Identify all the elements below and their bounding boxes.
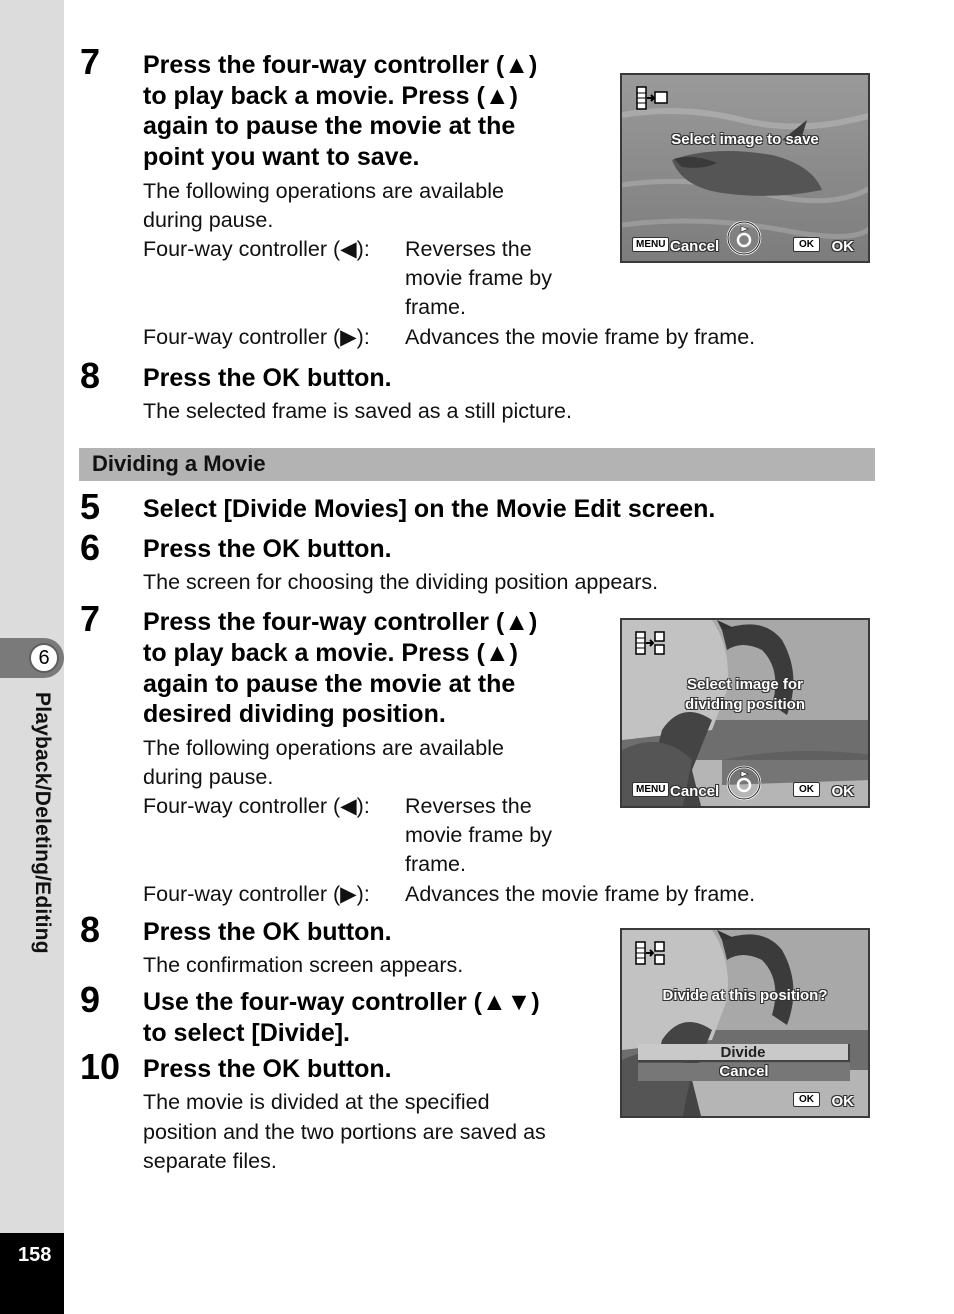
body-text: separate files. <box>143 1149 277 1173</box>
menu-key-icon: MENU <box>632 237 670 252</box>
step-number: 8 <box>80 909 101 950</box>
operation-description: movie frame by <box>405 266 552 290</box>
body-text: The confirmation screen appears. <box>143 953 464 977</box>
ok-label: OK <box>831 1093 855 1110</box>
body-text: The following operations are available <box>143 179 504 203</box>
step-number: 5 <box>80 486 101 527</box>
save-frame-mode-icon <box>636 86 668 110</box>
body-text: during pause. <box>143 765 274 789</box>
ok-key-icon: OK <box>793 237 820 252</box>
operation-label: Four-way controller (◀): <box>143 237 370 261</box>
four-way-controller-icon <box>726 220 762 256</box>
body-text: The movie is divided at the specified <box>143 1090 490 1114</box>
ok-label: OK <box>831 783 855 800</box>
step-title-line: Press the four-way controller (▲) <box>143 608 538 636</box>
chapter-number: 6 <box>29 643 59 673</box>
cancel-label: Cancel <box>670 783 720 800</box>
step-number: 6 <box>80 527 101 568</box>
step-number: 7 <box>80 41 101 82</box>
ok-key-icon: OK <box>793 782 820 797</box>
step-title-line: point you want to save. <box>143 143 420 171</box>
body-text: The selected frame is saved as a still p… <box>143 399 572 423</box>
operation-description: frame. <box>405 852 466 876</box>
step-number: 9 <box>80 979 101 1020</box>
camera-screen-divide-confirm: Divide at this position? Divide Cancel O… <box>620 928 870 1118</box>
operation-label: Four-way controller (▶): <box>143 325 370 349</box>
page-number: 158 <box>18 1244 52 1266</box>
camera-screen-divide-select: Select image for dividing position MENU … <box>620 618 870 808</box>
operation-label: Four-way controller (▶): <box>143 882 370 906</box>
step-title: Press the OK button. <box>143 535 392 563</box>
divide-movie-mode-icon <box>635 631 665 655</box>
screen-message: Divide at this position? <box>662 987 828 1004</box>
screen-message-line: Select image for <box>687 676 803 693</box>
step-title-line: again to pause the movie at the <box>143 670 516 698</box>
step-title-line: again to pause the movie at the <box>143 112 516 140</box>
step-title: Press the OK button. <box>143 1055 392 1083</box>
step-title-line: desired dividing position. <box>143 700 446 728</box>
body-text: The following operations are available <box>143 736 504 760</box>
operation-description: frame. <box>405 295 466 319</box>
ok-key-icon: OK <box>793 1092 820 1107</box>
ok-label: OK <box>831 238 855 255</box>
camera-screen-save: Select image to save MENU Cancel OK OK <box>620 73 870 263</box>
cancel-label: Cancel <box>670 238 720 255</box>
step-title: Press the OK button. <box>143 918 392 946</box>
step-number: 7 <box>80 598 101 639</box>
body-text: during pause. <box>143 208 274 232</box>
menu-option-cancel[interactable]: Cancel <box>638 1063 850 1081</box>
operation-description: Advances the movie frame by frame. <box>405 882 756 906</box>
step-title-line: to play back a movie. Press (▲) <box>143 639 518 667</box>
operation-description: Reverses the <box>405 237 532 261</box>
operation-label: Four-way controller (◀): <box>143 794 370 818</box>
divide-movie-mode-icon <box>635 941 665 965</box>
operation-description: Advances the movie frame by frame. <box>405 325 756 349</box>
step-title-line: Use the four-way controller (▲▼) <box>143 988 540 1016</box>
step-number: 8 <box>80 355 101 396</box>
step-number: 10 <box>80 1046 121 1087</box>
screen-message: Select image to save <box>671 131 819 148</box>
step-title: Press the OK button. <box>143 364 392 392</box>
menu-key-icon: MENU <box>632 782 670 797</box>
operation-description: movie frame by <box>405 823 552 847</box>
step-title-line: Press the four-way controller (▲) <box>143 51 538 79</box>
four-way-controller-icon <box>726 765 762 801</box>
menu-option-divide[interactable]: Divide <box>638 1044 850 1062</box>
section-heading: Dividing a Movie <box>92 451 266 476</box>
screen-message-line: dividing position <box>685 696 805 713</box>
chapter-title: Playback/Deleting/Editing <box>31 692 54 954</box>
step-title-line: to select [Divide]. <box>143 1019 350 1047</box>
operation-description: Reverses the <box>405 794 532 818</box>
body-text: position and the two portions are saved … <box>143 1120 546 1144</box>
step-title: Select [Divide Movies] on the Movie Edit… <box>143 495 716 523</box>
step-title-line: to play back a movie. Press (▲) <box>143 82 518 110</box>
body-text: The screen for choosing the dividing pos… <box>143 570 659 594</box>
